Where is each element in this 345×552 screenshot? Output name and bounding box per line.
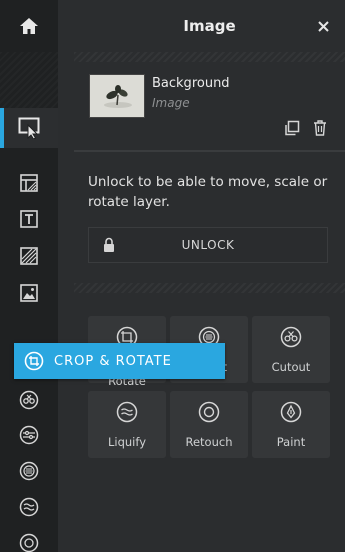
rail-tool-liquify[interactable] xyxy=(0,487,58,527)
tool-label: Retouch xyxy=(185,435,233,449)
tool-label: Paint xyxy=(276,435,306,449)
cutout-icon xyxy=(19,390,39,410)
cutout-icon xyxy=(280,326,302,348)
select-cursor-icon xyxy=(18,117,40,139)
layout-icon xyxy=(20,174,38,192)
texture-icon xyxy=(20,247,38,265)
rail-tool-image[interactable] xyxy=(0,273,58,313)
crop-rotate-icon xyxy=(24,351,44,371)
duplicate-layer-button[interactable] xyxy=(282,118,302,138)
rail-tool-texture[interactable] xyxy=(0,236,58,276)
tool-liquify[interactable]: Liquify xyxy=(88,391,166,458)
tool-label: Liquify xyxy=(107,435,147,449)
panel-title: Image xyxy=(183,17,236,35)
rail-tool-adjust[interactable] xyxy=(0,415,58,455)
rail-hatch xyxy=(0,52,58,110)
close-icon xyxy=(317,20,329,32)
home-icon xyxy=(20,18,38,34)
trash-icon xyxy=(314,120,326,136)
retouch-icon xyxy=(19,533,39,552)
text-icon xyxy=(20,210,38,228)
home-button[interactable] xyxy=(0,0,58,52)
rail-tool-text[interactable] xyxy=(0,199,58,239)
rail-tool-select[interactable] xyxy=(0,108,58,148)
tooltip-label: CROP & ROTATE xyxy=(54,353,172,369)
layer-thumbnail xyxy=(89,74,145,118)
unlock-label: UNLOCK xyxy=(181,238,235,252)
liquify-icon xyxy=(116,401,138,423)
filter-icon xyxy=(19,461,39,481)
layer-divider xyxy=(74,150,345,152)
section-hatch xyxy=(74,283,345,293)
rail-tool-cutout[interactable] xyxy=(0,380,58,420)
image-panel: Image Background Image Unlock to be able… xyxy=(74,0,345,552)
rail-tool-filter[interactable] xyxy=(0,451,58,491)
panel-header: Image xyxy=(74,0,345,52)
liquify-icon xyxy=(19,497,39,517)
adjust-sliders-icon xyxy=(19,425,39,445)
plant-thumbnail-image xyxy=(90,75,144,117)
retouch-icon xyxy=(198,401,220,423)
paint-icon xyxy=(280,401,302,423)
layer-type: Image xyxy=(152,96,190,110)
tool-paint[interactable]: Paint xyxy=(252,391,330,458)
lock-icon xyxy=(104,237,114,252)
header-hatch xyxy=(74,52,345,62)
image-icon xyxy=(20,284,38,302)
close-button[interactable] xyxy=(311,14,335,38)
layer-name: Background xyxy=(152,76,230,91)
duplicate-icon xyxy=(285,120,300,136)
unlock-message: Unlock to be able to move, scale or rota… xyxy=(88,174,328,210)
rail-tool-more[interactable] xyxy=(0,523,58,552)
tool-label: Cutout xyxy=(271,360,311,374)
delete-layer-button[interactable] xyxy=(310,118,330,138)
layer-row[interactable]: Background Image xyxy=(74,64,345,148)
tool-cutout[interactable]: Cutout xyxy=(252,316,330,383)
rail-tool-layout[interactable] xyxy=(0,163,58,203)
crop-rotate-tooltip: CROP & ROTATE xyxy=(14,343,225,379)
tool-rail xyxy=(0,0,58,552)
unlock-button[interactable]: UNLOCK xyxy=(88,227,328,263)
tool-retouch[interactable]: Retouch xyxy=(170,391,248,458)
